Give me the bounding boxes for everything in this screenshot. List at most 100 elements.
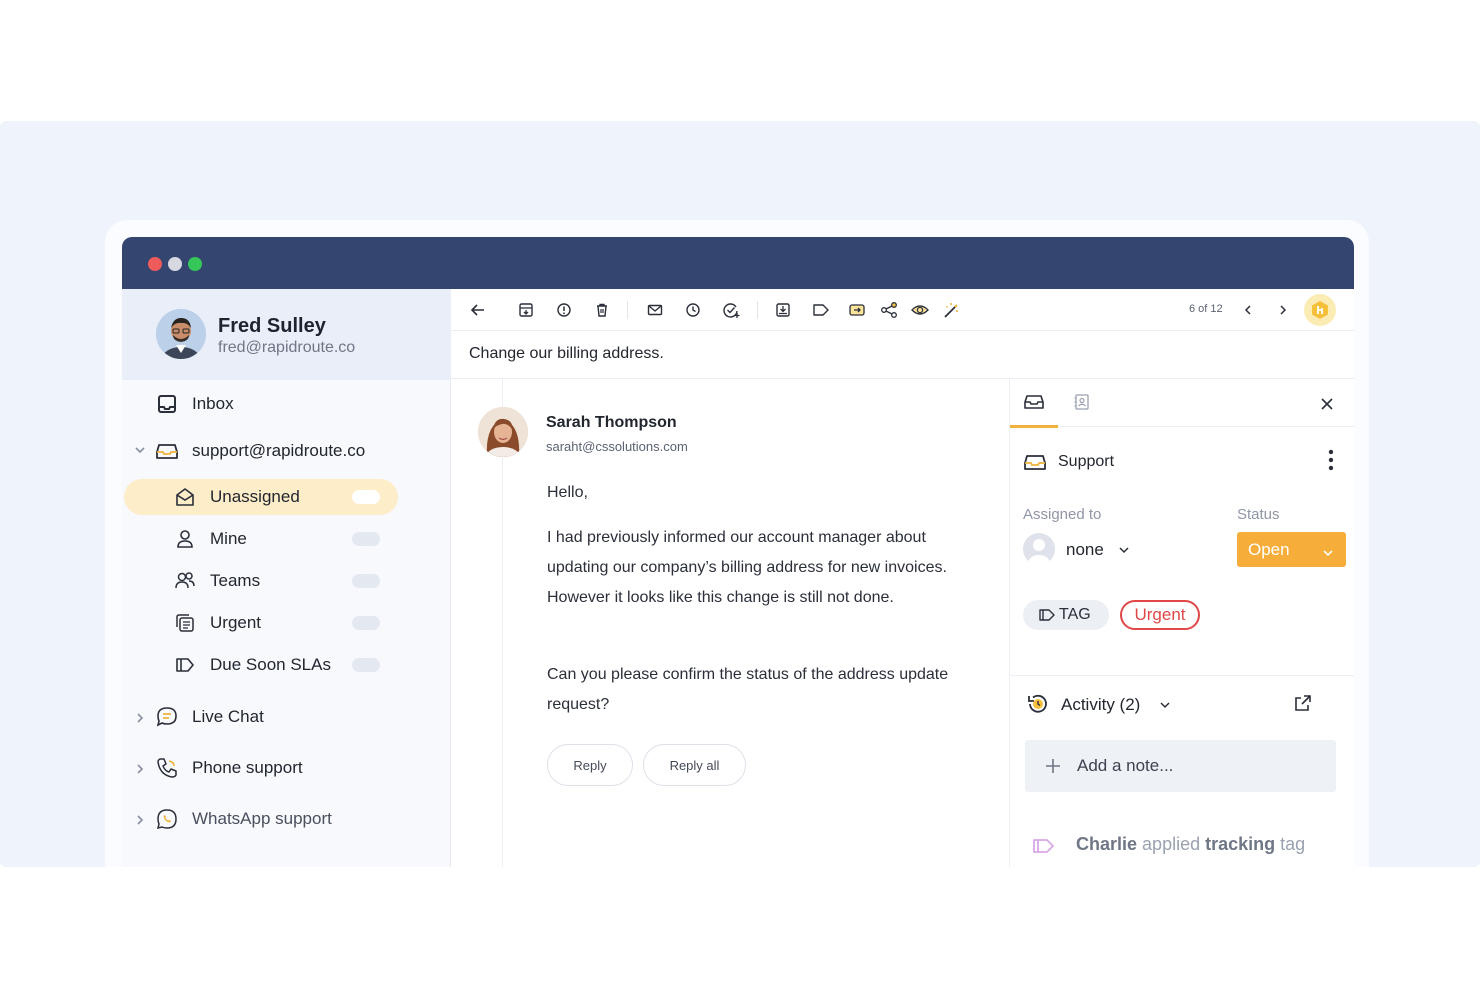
count-badge xyxy=(352,658,380,672)
whatsapp-icon xyxy=(156,808,178,830)
sidebar-item-label: Due Soon SLAs xyxy=(210,655,331,674)
tag-icon xyxy=(1032,838,1056,859)
chevron-down-icon xyxy=(1322,544,1334,564)
count-badge xyxy=(352,574,380,588)
status-dropdown[interactable]: Open xyxy=(1237,532,1346,567)
envelope-icon[interactable] xyxy=(646,301,664,319)
close-window-button[interactable] xyxy=(148,257,162,271)
avatar xyxy=(156,309,206,359)
chevron-right-icon[interactable] xyxy=(134,712,146,724)
trash-icon[interactable] xyxy=(593,301,611,319)
activity-log-entry: Charlie applied tracking tag xyxy=(1076,834,1305,855)
sidebar-item-teams[interactable]: Teams xyxy=(124,563,398,599)
sidebar-item-inbox[interactable]: Inbox xyxy=(156,386,234,422)
chevron-right-icon[interactable] xyxy=(134,814,146,826)
close-icon[interactable] xyxy=(1320,397,1334,416)
urgent-tag[interactable]: Urgent xyxy=(1120,600,1200,630)
check-add-icon[interactable] xyxy=(722,301,740,319)
sidebar: Fred Sulley fred@rapidroute.co Inbox sup… xyxy=(122,289,451,867)
share-icon[interactable] xyxy=(880,301,898,319)
sidebar-item-account[interactable]: support@rapidroute.co xyxy=(156,433,365,469)
sidebar-item-due-soon-slas[interactable]: Due Soon SLAs xyxy=(124,647,398,683)
message-toolbar: 6 of 12 xyxy=(451,289,1354,331)
more-vertical-icon[interactable] xyxy=(1328,449,1334,476)
chevron-down-icon[interactable] xyxy=(1118,543,1130,561)
chevron-down-icon[interactable] xyxy=(134,444,146,456)
activity-toggle[interactable]: Activity (2) xyxy=(1061,695,1140,715)
maximize-window-button[interactable] xyxy=(188,257,202,271)
forward-tag-icon[interactable] xyxy=(848,301,866,319)
tag-icon xyxy=(1039,608,1055,627)
details-panel: Support Assigned to Status none Open TAG… xyxy=(1009,379,1354,867)
download-box-icon[interactable] xyxy=(774,301,792,319)
email-paragraph: Can you please confirm the status of the… xyxy=(547,666,949,713)
profile-name: Fred Sulley xyxy=(218,315,326,337)
stack-icon xyxy=(174,612,196,634)
sidebar-item-phone-support[interactable]: Phone support xyxy=(156,750,303,786)
sidebar-item-label: Phone support xyxy=(192,758,303,777)
assigned-label: Assigned to xyxy=(1023,506,1102,523)
eye-icon[interactable] xyxy=(911,301,929,319)
chevron-right-icon[interactable] xyxy=(1274,301,1292,319)
sidebar-item-unassigned[interactable]: Unassigned xyxy=(124,479,398,515)
section-divider xyxy=(1010,675,1354,676)
status-value: Open xyxy=(1248,539,1290,559)
active-tab-indicator xyxy=(1010,425,1058,428)
sidebar-item-mine[interactable]: Mine xyxy=(124,521,398,557)
chevron-down-icon[interactable] xyxy=(1159,698,1171,716)
envelope-open-icon xyxy=(174,486,196,508)
sidebar-item-label: Mine xyxy=(210,529,247,548)
magic-wand-icon[interactable] xyxy=(942,301,960,319)
email-message: Sarah Thompson saraht@cssolutions.com He… xyxy=(478,379,1009,867)
tab-inbox-icon[interactable] xyxy=(1024,393,1044,416)
sidebar-item-label: WhatsApp support xyxy=(192,809,332,828)
add-tag-button[interactable]: TAG xyxy=(1023,600,1109,630)
status-label: Status xyxy=(1237,506,1280,523)
external-link-icon[interactable] xyxy=(1293,693,1313,718)
reply-all-button[interactable]: Reply all xyxy=(643,744,746,786)
assignee-select[interactable]: none xyxy=(1066,540,1104,560)
sender-name: Sarah Thompson xyxy=(546,414,677,431)
sender-avatar xyxy=(478,407,528,457)
email-subject: Change our billing address. xyxy=(469,345,664,362)
toolbar-divider xyxy=(627,301,628,319)
alert-icon[interactable] xyxy=(555,301,573,319)
count-badge xyxy=(352,616,380,630)
activity-history-icon xyxy=(1026,692,1050,721)
sidebar-item-label: Inbox xyxy=(192,394,234,413)
pagination-text: 6 of 12 xyxy=(1189,303,1223,315)
chevron-right-icon[interactable] xyxy=(134,763,146,775)
inbox-name: Support xyxy=(1058,453,1115,470)
inbox-tray-icon xyxy=(1024,453,1046,476)
count-badge xyxy=(352,490,380,504)
sidebar-item-live-chat[interactable]: Live Chat xyxy=(156,699,264,735)
clock-icon[interactable] xyxy=(684,301,702,319)
assistant-icon[interactable] xyxy=(1304,294,1336,326)
sender-email: saraht@cssolutions.com xyxy=(546,439,688,454)
add-note-input[interactable]: Add a note... xyxy=(1025,740,1336,792)
sidebar-item-label: Teams xyxy=(210,571,261,590)
log-tag: tracking xyxy=(1205,834,1276,854)
user-icon xyxy=(174,528,196,550)
log-suffix: tag xyxy=(1280,834,1306,854)
tab-contact-icon[interactable] xyxy=(1073,393,1091,416)
back-arrow-icon[interactable] xyxy=(469,301,487,319)
tag-icon xyxy=(174,654,196,676)
sidebar-item-urgent[interactable]: Urgent xyxy=(124,605,398,641)
tag-label: TAG xyxy=(1059,606,1091,623)
count-badge xyxy=(352,532,380,546)
toolbar-divider xyxy=(757,301,758,319)
plus-icon xyxy=(1045,758,1061,779)
sidebar-item-label: Urgent xyxy=(210,613,262,632)
inbox-icon xyxy=(156,393,178,415)
chevron-left-icon[interactable] xyxy=(1239,301,1257,319)
archive-icon[interactable] xyxy=(517,301,535,319)
app-window: Fred Sulley fred@rapidroute.co Inbox sup… xyxy=(122,237,1354,867)
profile-card[interactable]: Fred Sulley fred@rapidroute.co xyxy=(122,289,451,380)
sidebar-item-whatsapp-support[interactable]: WhatsApp support xyxy=(156,801,332,837)
reply-button[interactable]: Reply xyxy=(547,744,633,786)
unassigned-avatar[interactable] xyxy=(1023,533,1055,565)
minimize-window-button[interactable] xyxy=(168,257,182,271)
log-actor: Charlie xyxy=(1076,834,1138,854)
label-icon[interactable] xyxy=(812,301,830,319)
